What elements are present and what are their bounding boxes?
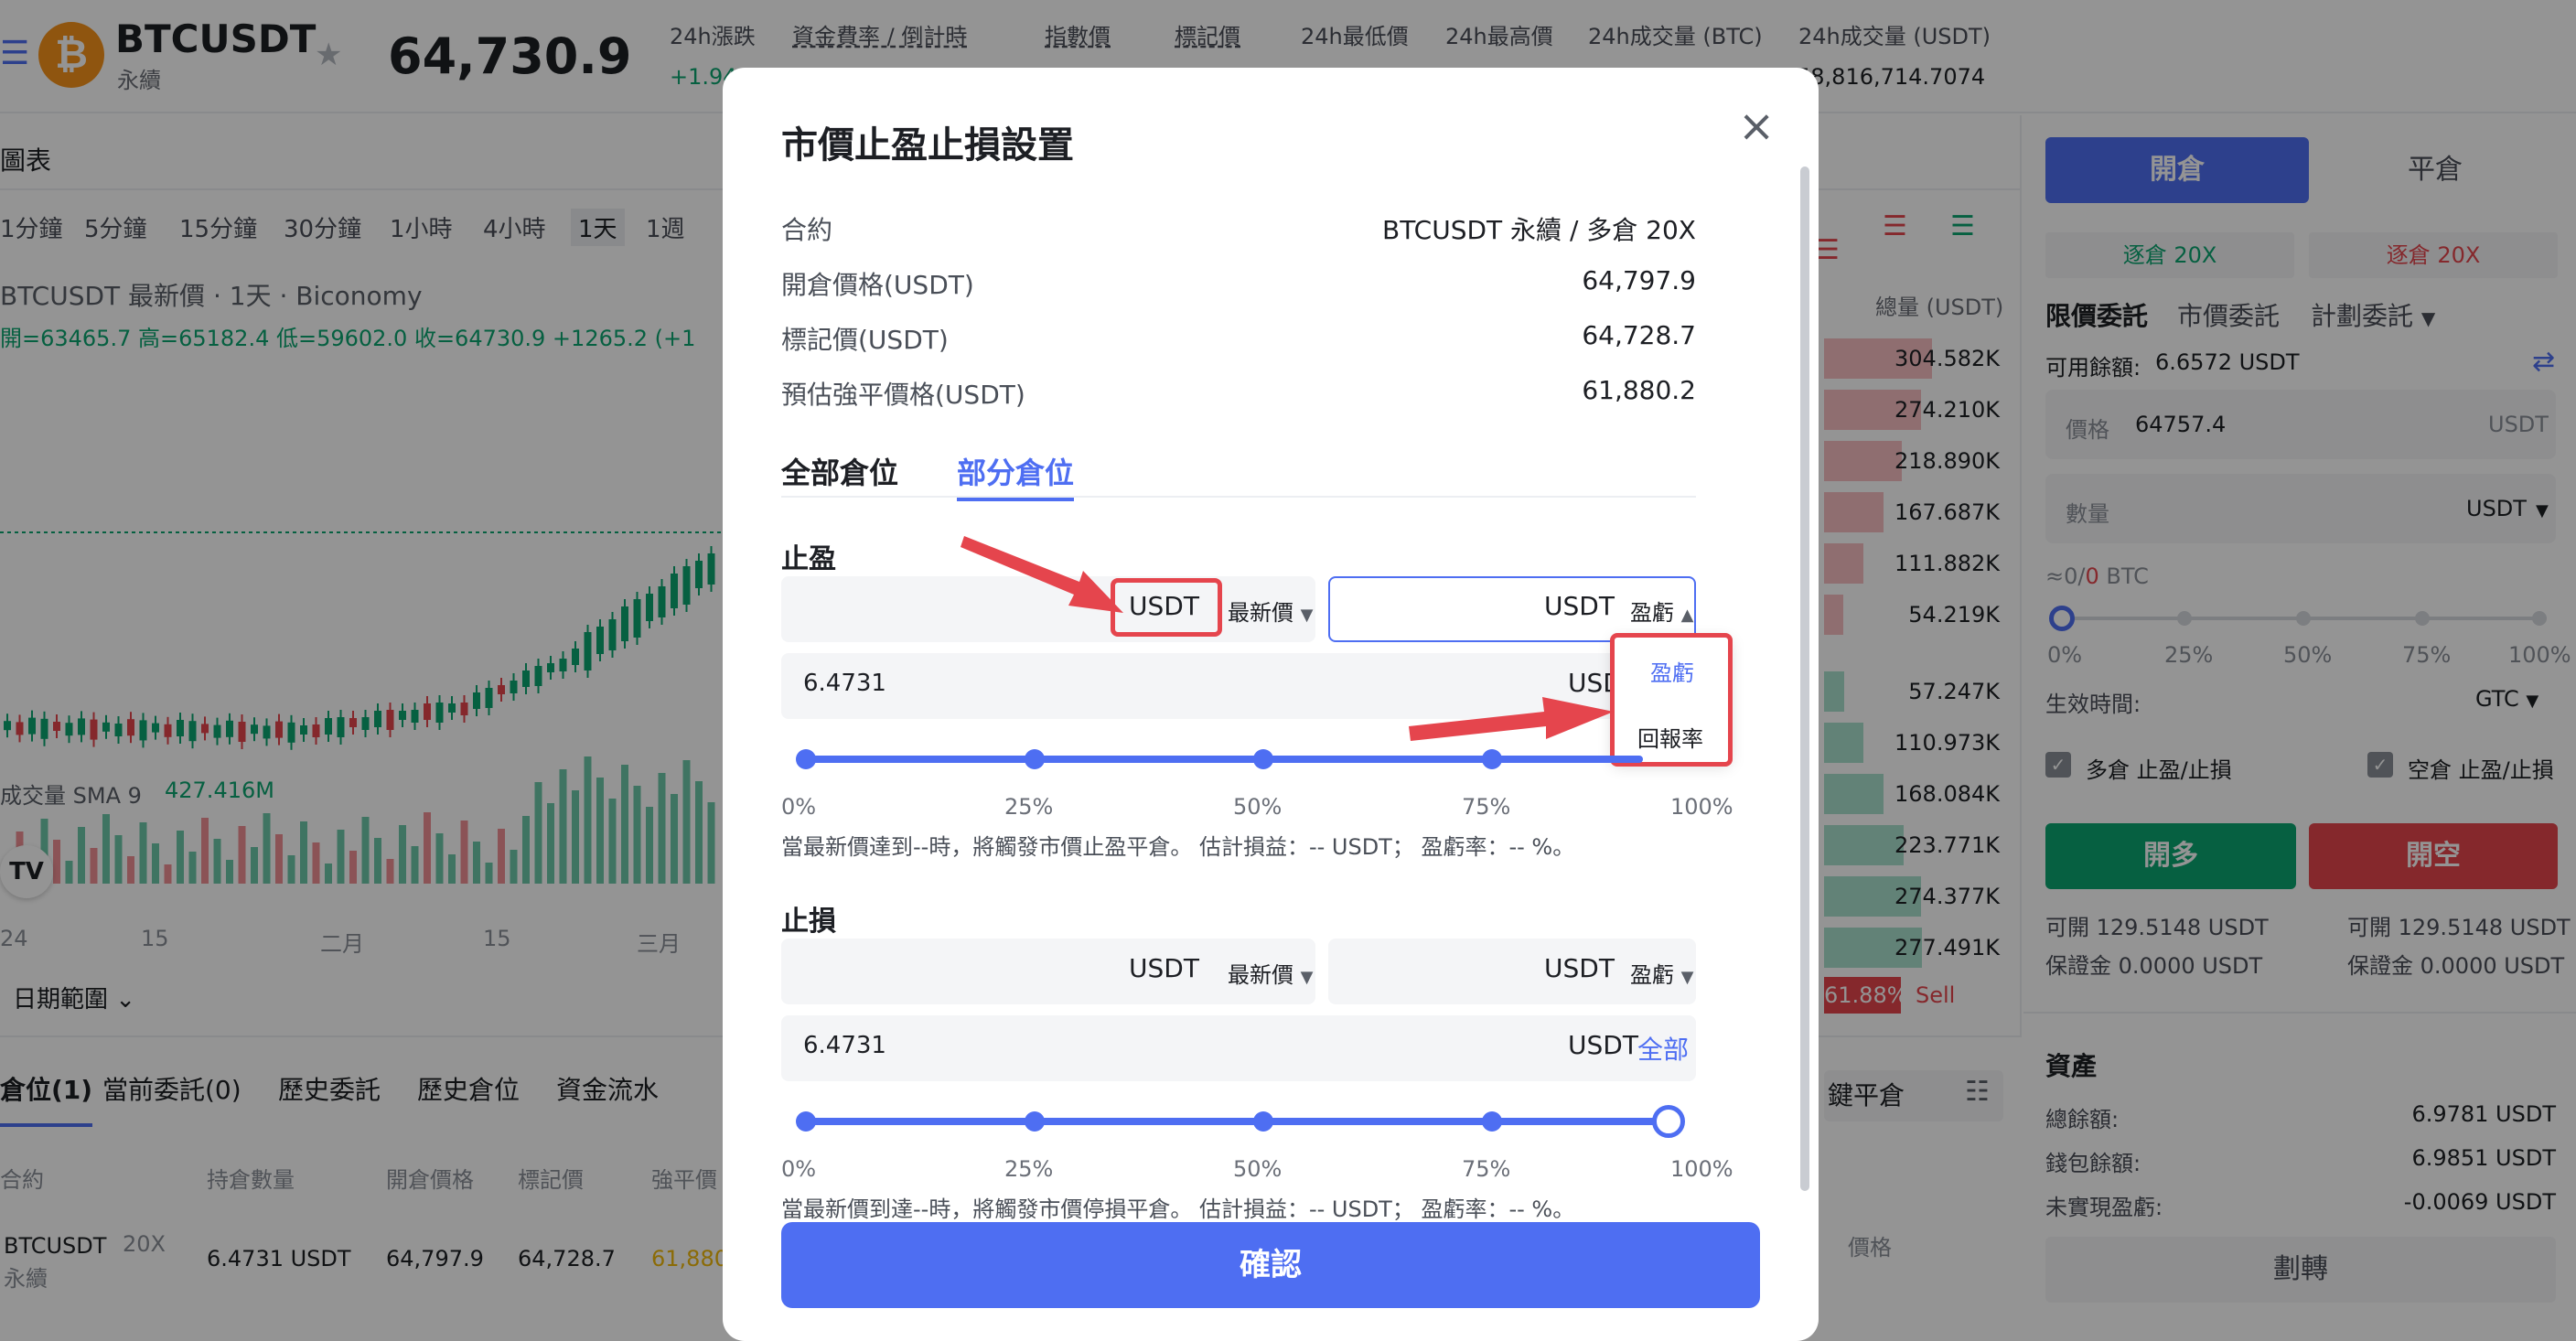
sl-slider-tick <box>1482 1111 1502 1132</box>
sl-slider-tick <box>796 1111 816 1132</box>
tp-trigger-type: 最新價 <box>1228 600 1293 626</box>
tp-pct-25: 25% <box>1004 794 1054 820</box>
tp-pct-75: 75% <box>1462 794 1511 820</box>
info-value-mark-price: 64,728.7 <box>1582 320 1696 350</box>
caret-down-icon: ▼ <box>1300 606 1314 625</box>
sl-pnl-unit: USDT <box>1544 953 1615 983</box>
annotation-arrow-icon <box>961 536 1123 613</box>
tp-slider-tick <box>1025 749 1045 769</box>
dropdown-option-pnl[interactable]: 盈虧 <box>1650 655 1694 687</box>
sl-quantity-input[interactable] <box>781 1015 1696 1081</box>
tp-qty-value: 6.4731 <box>803 670 886 697</box>
close-icon[interactable]: × <box>1738 101 1775 152</box>
modal-title: 市價止盈止損設置 <box>781 124 1074 166</box>
sl-pct-0: 0% <box>781 1156 817 1182</box>
sl-pct-50: 50% <box>1233 1156 1283 1182</box>
tp-slider-tick <box>796 749 816 769</box>
caret-up-icon: ▲ <box>1680 606 1694 625</box>
info-label-liq-price: 預估強平價格(USDT) <box>781 380 1025 410</box>
sl-trigger-type: 最新價 <box>1228 962 1293 988</box>
sl-pnl-type-select[interactable]: 盈虧 ▼ <box>1630 957 1693 989</box>
sl-pct-25: 25% <box>1004 1156 1054 1182</box>
tp-pnl-type: 盈虧 <box>1630 600 1674 626</box>
tab-all-positions[interactable]: 全部倉位 <box>781 450 898 492</box>
annotation-arrow-icon <box>1409 697 1614 741</box>
tp-pnl-unit: USDT <box>1544 591 1615 621</box>
position-scope-tabs: 全部倉位 部分倉位 <box>781 450 1696 501</box>
sl-qty-all-button[interactable]: 全部 <box>1637 1030 1689 1067</box>
info-label-contract: 合約 <box>781 215 833 245</box>
tp-pct-0: 0% <box>781 794 817 820</box>
caret-down-icon: ▼ <box>1300 968 1314 987</box>
tp-hint: 當最新價達到--時，將觸發市價止盈平倉。 估計損益：-- USDT； 盈虧率：-… <box>781 834 1575 860</box>
sl-hint: 當最新價到達--時，將觸發市價停損平倉。 估計損益：-- USDT； 盈虧率：-… <box>781 1196 1575 1222</box>
sl-qty-value: 6.4731 <box>803 1032 886 1059</box>
sl-slider-handle[interactable] <box>1652 1105 1685 1138</box>
info-value-liq-price: 61,880.2 <box>1582 375 1696 405</box>
tpsl-modal: 市價止盈止損設置 × 合約 BTCUSDT 永續 / 多倉 20X 開倉價格(U… <box>723 68 1819 1341</box>
stop-loss-title: 止損 <box>781 906 836 938</box>
sl-qty-unit: USDT <box>1568 1030 1638 1060</box>
info-value-contract: BTCUSDT 永續 / 多倉 20X <box>1381 215 1696 245</box>
caret-down-icon: ▼ <box>1680 968 1694 987</box>
sl-pnl-type: 盈虧 <box>1630 962 1674 988</box>
tp-qty-slider[interactable] <box>801 756 1643 763</box>
sl-slider-tick <box>1253 1111 1273 1132</box>
sl-trigger-type-select[interactable]: 最新價 ▼ <box>1228 957 1313 989</box>
sl-qty-slider[interactable] <box>801 1118 1661 1125</box>
sl-price-unit: USDT <box>1129 953 1199 983</box>
dropdown-option-roi[interactable]: 回報率 <box>1637 721 1703 753</box>
take-profit-title: 止盈 <box>781 543 836 575</box>
modal-scrollbar[interactable] <box>1800 166 1809 1191</box>
tp-pnl-type-select[interactable]: 盈虧 ▲ <box>1630 595 1693 627</box>
info-value-open-price: 64,797.9 <box>1582 265 1696 295</box>
tp-slider-tick <box>1253 749 1273 769</box>
tp-pct-100: 100% <box>1670 794 1733 820</box>
tp-pct-50: 50% <box>1233 794 1283 820</box>
sl-slider-tick <box>1025 1111 1045 1132</box>
tp-trigger-type-select[interactable]: 最新價 ▼ <box>1228 595 1313 627</box>
info-label-mark-price: 標記價(USDT) <box>781 325 949 355</box>
confirm-button[interactable]: 確認 <box>781 1222 1760 1308</box>
info-label-open-price: 開倉價格(USDT) <box>781 270 974 300</box>
sl-pct-100: 100% <box>1670 1156 1733 1182</box>
sl-pct-75: 75% <box>1462 1156 1511 1182</box>
tab-partial-positions[interactable]: 部分倉位 <box>957 450 1075 501</box>
